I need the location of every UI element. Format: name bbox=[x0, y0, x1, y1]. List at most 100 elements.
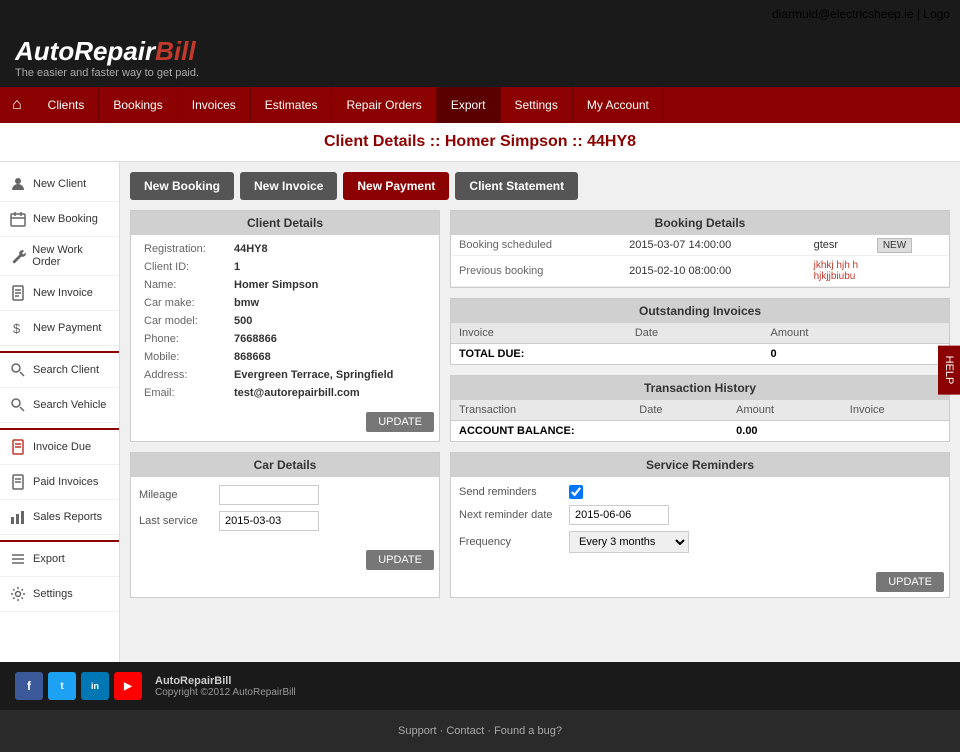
calendar-icon bbox=[8, 209, 28, 229]
sidebar: New Client New Booking New Work Order Ne… bbox=[0, 162, 120, 662]
sidebar-label-new-booking: New Booking bbox=[33, 213, 98, 225]
footer-links: Support · Contact · Found a bug? bbox=[0, 710, 960, 752]
footer-links-text: Support · Contact · Found a bug? bbox=[398, 725, 562, 737]
next-reminder-input[interactable] bbox=[569, 505, 669, 525]
invoice-due-icon bbox=[8, 437, 28, 457]
contact-link[interactable]: Contact bbox=[446, 725, 484, 737]
transaction-history-section: Transaction History Transaction Date Amo… bbox=[450, 375, 950, 442]
last-service-label: Last service bbox=[139, 515, 219, 527]
mileage-input[interactable] bbox=[219, 485, 319, 505]
outstanding-invoices-title: Outstanding Invoices bbox=[451, 299, 949, 323]
sidebar-label-export: Export bbox=[33, 553, 65, 565]
sidebar-label-new-client: New Client bbox=[33, 178, 86, 190]
page-title: Client Details :: Homer Simpson :: 44HY8 bbox=[0, 123, 960, 162]
send-reminders-label: Send reminders bbox=[459, 486, 569, 498]
new-payment-button[interactable]: New Payment bbox=[343, 172, 449, 200]
car-details-title: Car Details bbox=[131, 453, 439, 477]
trans-col-date: Date bbox=[631, 400, 728, 421]
invoice-col-date: Date bbox=[627, 323, 763, 344]
support-link[interactable]: Support bbox=[398, 725, 437, 737]
sidebar-label-new-work-order: New Work Order bbox=[32, 244, 111, 268]
new-invoice-button[interactable]: New Invoice bbox=[240, 172, 337, 200]
logo-sub: The easier and faster way to get paid. bbox=[15, 67, 199, 79]
sidebar-item-invoice-due[interactable]: Invoice Due bbox=[0, 430, 119, 465]
sidebar-label-new-invoice: New Invoice bbox=[33, 287, 93, 299]
sidebar-item-sales-reports[interactable]: Sales Reports bbox=[0, 500, 119, 535]
sidebar-item-export[interactable]: Export bbox=[0, 542, 119, 577]
nav-estimates[interactable]: Estimates bbox=[251, 87, 333, 123]
total-due-value: 0 bbox=[763, 344, 949, 365]
export-icon bbox=[8, 549, 28, 569]
wrench-icon bbox=[8, 246, 27, 266]
bug-link[interactable]: Found a bug? bbox=[494, 725, 562, 737]
facebook-button[interactable]: f bbox=[15, 672, 43, 700]
sidebar-label-search-client: Search Client bbox=[33, 364, 99, 376]
sidebar-item-new-booking[interactable]: New Booking bbox=[0, 202, 119, 237]
linkedin-button[interactable]: in bbox=[81, 672, 109, 700]
nav-home-button[interactable]: ⌂ bbox=[0, 87, 34, 123]
send-reminders-checkbox[interactable] bbox=[569, 485, 583, 499]
sidebar-item-paid-invoices[interactable]: Paid Invoices bbox=[0, 465, 119, 500]
bar-chart-icon bbox=[8, 507, 28, 527]
sidebar-item-search-vehicle[interactable]: Search Vehicle bbox=[0, 388, 119, 423]
footer-social: f t in ▶ AutoRepairBill Copyright ©2012 … bbox=[0, 662, 960, 710]
next-reminder-label: Next reminder date bbox=[459, 509, 569, 521]
sidebar-item-new-work-order[interactable]: New Work Order bbox=[0, 237, 119, 276]
nav-settings[interactable]: Settings bbox=[501, 87, 573, 123]
twitter-button[interactable]: t bbox=[48, 672, 76, 700]
invoice-col-amount: Amount bbox=[763, 323, 949, 344]
transaction-history-title: Transaction History bbox=[451, 376, 949, 400]
sidebar-label-paid-invoices: Paid Invoices bbox=[33, 476, 98, 488]
invoice-col-invoice: Invoice bbox=[451, 323, 627, 344]
client-statement-button[interactable]: Client Statement bbox=[455, 172, 578, 200]
footer-copyright: Copyright ©2012 AutoRepairBill bbox=[155, 687, 296, 698]
frequency-select[interactable]: Every month Every 2 months Every 3 month… bbox=[569, 531, 689, 553]
nav-bookings[interactable]: Bookings bbox=[99, 87, 177, 123]
topbar-email: diarmuid@electricsheep.ie | Logo bbox=[772, 7, 950, 21]
search-vehicle-icon bbox=[8, 395, 28, 415]
last-service-input[interactable] bbox=[219, 511, 319, 531]
nav-repair-orders[interactable]: Repair Orders bbox=[332, 87, 436, 123]
main-content: New Booking New Invoice New Payment Clie… bbox=[120, 162, 960, 662]
new-badge: NEW bbox=[877, 238, 912, 253]
sidebar-item-new-client[interactable]: New Client bbox=[0, 167, 119, 202]
client-details-section: Client Details Registration:44HY8 Client… bbox=[130, 210, 440, 442]
service-reminders-section: Service Reminders Send reminders Next re… bbox=[450, 452, 950, 598]
sidebar-item-new-invoice[interactable]: New Invoice bbox=[0, 276, 119, 311]
sidebar-label-search-vehicle: Search Vehicle bbox=[33, 399, 106, 411]
booking-details-title: Booking Details bbox=[451, 211, 949, 235]
trans-col-invoice: Invoice bbox=[842, 400, 949, 421]
paid-invoices-icon bbox=[8, 472, 28, 492]
logo: AutoRepairBill The easier and faster way… bbox=[15, 36, 199, 79]
client-update-button[interactable]: UPDATE bbox=[366, 412, 434, 432]
sidebar-label-invoice-due: Invoice Due bbox=[33, 441, 91, 453]
footer-brand: AutoRepairBill bbox=[155, 675, 296, 687]
sidebar-item-settings[interactable]: Settings bbox=[0, 577, 119, 612]
nav-export[interactable]: Export bbox=[437, 87, 501, 123]
nav-invoices[interactable]: Invoices bbox=[178, 87, 251, 123]
sidebar-label-sales-reports: Sales Reports bbox=[33, 511, 102, 523]
client-details-title: Client Details bbox=[131, 211, 439, 235]
service-reminders-title: Service Reminders bbox=[451, 453, 949, 477]
car-update-button[interactable]: UPDATE bbox=[366, 550, 434, 570]
balance-value: 0.00 bbox=[728, 421, 842, 442]
settings-icon bbox=[8, 584, 28, 604]
sidebar-item-search-client[interactable]: Search Client bbox=[0, 353, 119, 388]
trans-col-transaction: Transaction bbox=[451, 400, 631, 421]
search-client-icon bbox=[8, 360, 28, 380]
youtube-button[interactable]: ▶ bbox=[114, 672, 142, 700]
nav-my-account[interactable]: My Account bbox=[573, 87, 664, 123]
total-due-label: TOTAL DUE: bbox=[451, 344, 763, 365]
nav-clients[interactable]: Clients bbox=[34, 87, 100, 123]
balance-label: ACCOUNT BALANCE: bbox=[451, 421, 728, 442]
sidebar-item-new-payment[interactable]: $ New Payment bbox=[0, 311, 119, 346]
reminders-update-button[interactable]: UPDATE bbox=[876, 572, 944, 592]
dollar-icon: $ bbox=[8, 318, 28, 338]
action-buttons: New Booking New Invoice New Payment Clie… bbox=[130, 172, 950, 200]
trans-col-amount: Amount bbox=[728, 400, 842, 421]
new-booking-button[interactable]: New Booking bbox=[130, 172, 234, 200]
help-tab[interactable]: HELP bbox=[938, 346, 960, 395]
car-details-section: Car Details Mileage Last service UPDATE bbox=[130, 452, 440, 598]
svg-text:$: $ bbox=[13, 321, 21, 336]
sidebar-label-settings: Settings bbox=[33, 588, 73, 600]
